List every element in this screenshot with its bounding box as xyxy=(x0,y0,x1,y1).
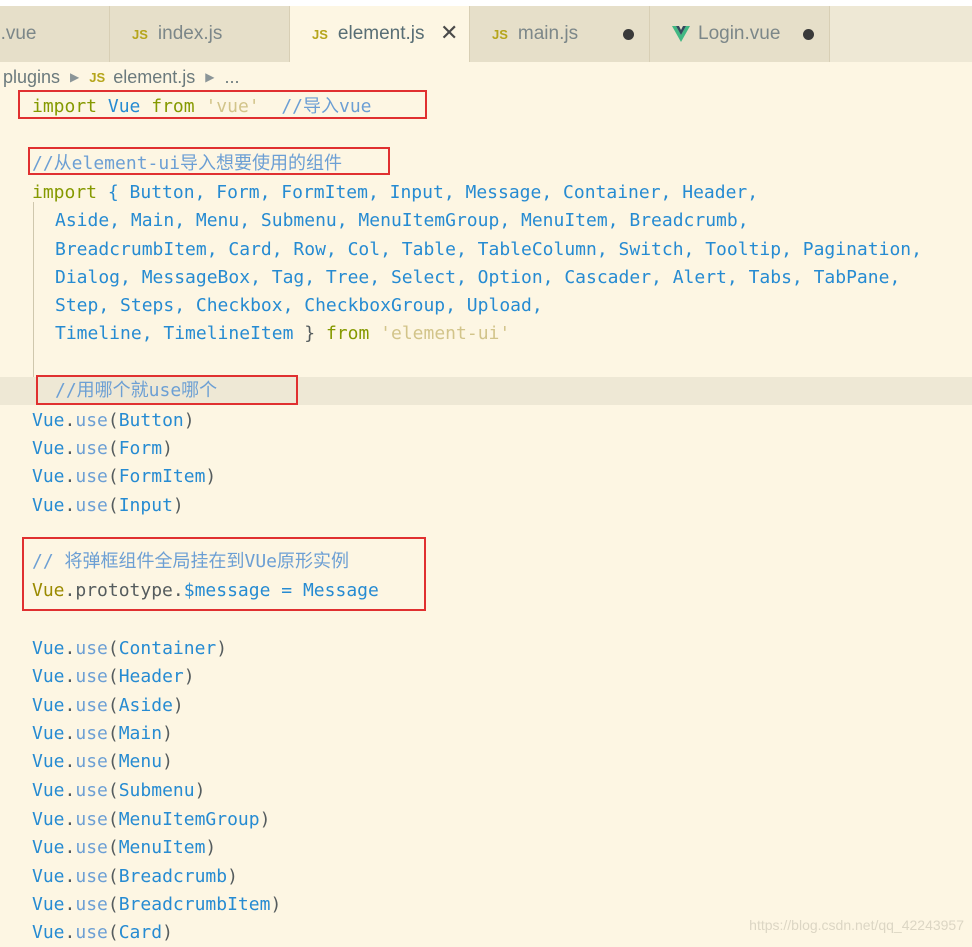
code-line: Vue.use(Input) xyxy=(32,495,184,516)
breadcrumb-folder[interactable]: plugins xyxy=(3,67,60,88)
tab-element-js[interactable]: JS element.js ✕ xyxy=(290,6,470,62)
code-line: Timeline, TimelineItem } from 'element-u… xyxy=(55,323,511,344)
breadcrumb: plugins ▶ JS element.js ▶ ... xyxy=(0,64,972,90)
code-line: BreadcrumbItem, Card, Row, Col, Table, T… xyxy=(55,239,922,260)
breadcrumb-more[interactable]: ... xyxy=(224,67,239,88)
code-line: Aside, Main, Menu, Submenu, MenuItemGrou… xyxy=(55,210,749,231)
annotation-box-import-comment xyxy=(28,147,390,175)
tab-label: index.js xyxy=(157,23,223,44)
editor-tab-bar: p.vue JS index.js JS element.js ✕ JS mai… xyxy=(0,0,972,62)
code-line: Vue.use(Form) xyxy=(32,438,173,459)
indent-guide xyxy=(33,202,34,402)
tab-label: Login.vue xyxy=(698,23,781,44)
js-icon: JS xyxy=(492,26,508,42)
code-line: import { Button, Form, FormItem, Input, … xyxy=(32,182,759,203)
tab-label: element.js xyxy=(337,23,425,44)
code-line: Vue.use(Button) xyxy=(32,410,195,431)
code-line: Vue.use(Menu) xyxy=(32,751,173,772)
tab-login-vue[interactable]: Login.vue xyxy=(650,6,830,62)
tab-index-js[interactable]: JS index.js xyxy=(110,6,290,62)
tab-main-js[interactable]: JS main.js xyxy=(470,6,650,62)
tab-label: main.js xyxy=(517,23,579,44)
chevron-right-icon: ▶ xyxy=(205,70,215,84)
js-icon: JS xyxy=(89,69,106,85)
code-line: Dialog, MessageBox, Tag, Tree, Select, O… xyxy=(55,267,901,288)
code-line: Vue.use(FormItem) xyxy=(32,466,217,487)
vue-icon xyxy=(672,26,690,42)
unsaved-dot-icon[interactable] xyxy=(623,29,634,40)
code-line: Vue.use(Submenu) xyxy=(32,780,206,801)
code-line: Vue.use(BreadcrumbItem) xyxy=(32,894,282,915)
code-line: Vue.use(MenuItemGroup) xyxy=(32,809,271,830)
code-line: Vue.use(Container) xyxy=(32,638,228,659)
watermark: https://blog.csdn.net/qq_42243957 xyxy=(749,917,964,933)
annotation-box-import-vue xyxy=(18,90,427,119)
chevron-right-icon: ▶ xyxy=(70,70,80,84)
code-line: Vue.use(Header) xyxy=(32,666,195,687)
code-line: Step, Steps, Checkbox, CheckboxGroup, Up… xyxy=(55,295,543,316)
tab-label: p.vue xyxy=(0,23,37,44)
close-icon[interactable]: ✕ xyxy=(440,21,458,46)
js-icon: JS xyxy=(312,26,328,42)
code-line: Vue.use(Main) xyxy=(32,723,173,744)
tab-app-vue[interactable]: p.vue xyxy=(0,6,110,62)
annotation-box-use-comment xyxy=(36,375,298,405)
annotation-box-prototype xyxy=(22,537,426,611)
js-icon: JS xyxy=(132,26,148,42)
unsaved-dot-icon[interactable] xyxy=(803,29,814,40)
code-line: Vue.use(Aside) xyxy=(32,695,184,716)
tab-bar-empty-space xyxy=(830,6,972,62)
breadcrumb-file[interactable]: element.js xyxy=(113,67,195,88)
code-line: Vue.use(Breadcrumb) xyxy=(32,866,238,887)
code-line: Vue.use(MenuItem) xyxy=(32,837,217,858)
